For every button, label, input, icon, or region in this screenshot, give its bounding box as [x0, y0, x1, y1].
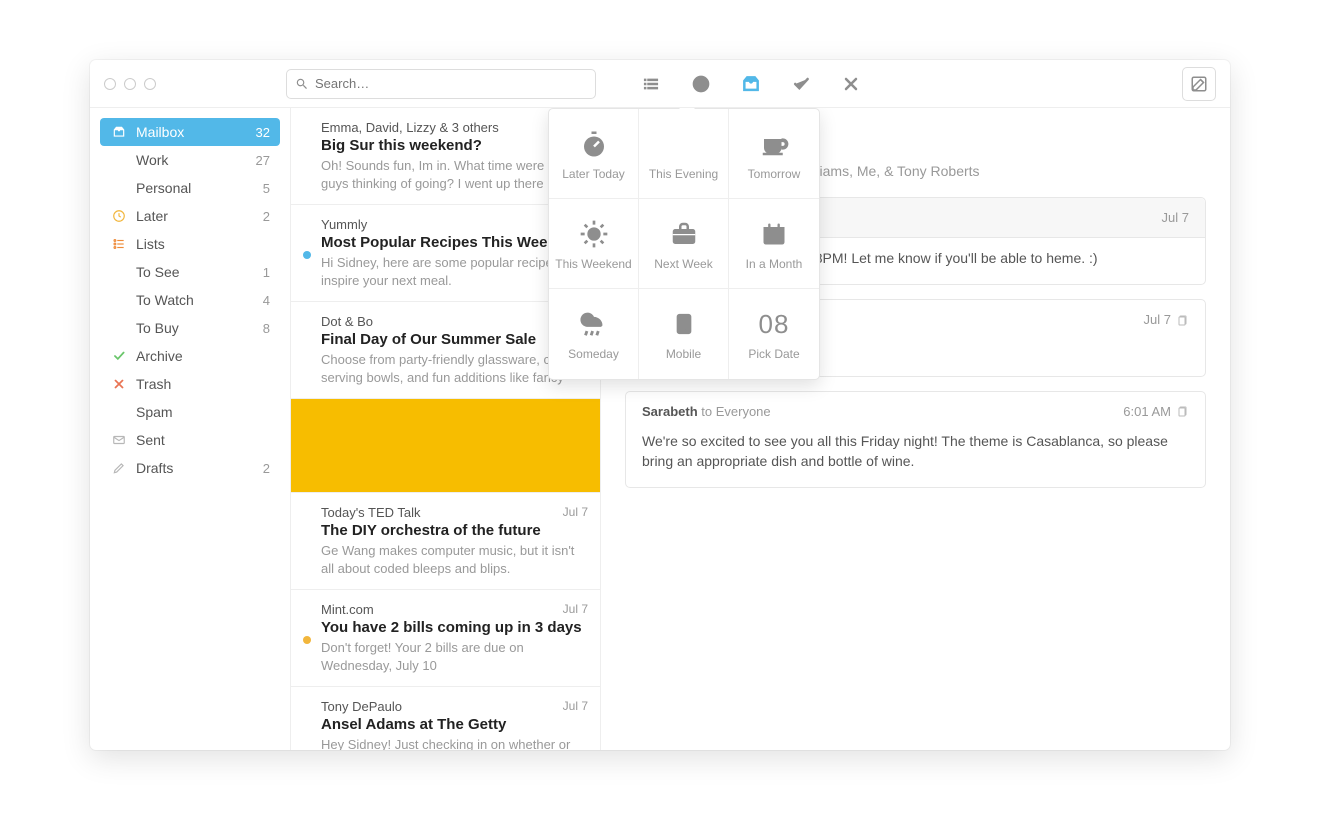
unread-dot: [303, 251, 311, 259]
pick-date-glyph: 08: [759, 309, 790, 340]
sidebar-item-towatch[interactable]: To Watch 4: [100, 286, 280, 314]
sidebar-item-spam[interactable]: Spam: [100, 398, 280, 426]
sidebar: Mailbox 32 Work 27 Personal 5 Later 2 Li…: [90, 108, 290, 750]
briefcase-icon: [669, 217, 699, 251]
sidebar-item-drafts[interactable]: Drafts 2: [100, 454, 280, 482]
attachment-icon: [1177, 405, 1189, 417]
sun-icon: [578, 217, 610, 251]
zoom-window-button[interactable]: [144, 78, 156, 90]
sidebar-item-mailbox[interactable]: Mailbox 32: [100, 118, 280, 146]
sidebar-item-work[interactable]: Work 27: [100, 146, 280, 174]
thread-card[interactable]: Sarabeth to Everyone 6:01 AM We're so ex…: [625, 391, 1206, 489]
mailbox-icon: [110, 125, 128, 139]
snooze-popover: Later Today This Evening Tomorrow This W…: [548, 108, 820, 380]
sidebar-item-archive[interactable]: Archive: [100, 342, 280, 370]
toolbar-inbox-icon[interactable]: [740, 73, 762, 95]
moon-icon: [670, 127, 698, 161]
message-item-swiped[interactable]: [291, 399, 600, 493]
search-field[interactable]: [286, 69, 596, 99]
sidebar-item-later[interactable]: Later 2: [100, 202, 280, 230]
search-icon: [295, 77, 309, 91]
window-controls: [104, 78, 156, 90]
phone-icon: [673, 307, 695, 341]
toolbar: [640, 73, 862, 95]
sidebar-item-tosee[interactable]: To See 1: [100, 258, 280, 286]
card-body: We're so excited to see you all this Fri…: [626, 421, 1205, 488]
close-window-button[interactable]: [104, 78, 116, 90]
snooze-tomorrow[interactable]: Tomorrow: [729, 109, 819, 199]
stopwatch-icon: [579, 127, 609, 161]
x-icon: [110, 377, 128, 391]
snooze-mobile[interactable]: Mobile: [639, 289, 729, 379]
card-header: Sarabeth to Everyone 6:01 AM: [626, 392, 1205, 421]
sidebar-label: Mailbox: [136, 124, 256, 140]
toolbar-archive-icon[interactable]: [790, 73, 812, 95]
snoozed-dot: [303, 636, 311, 644]
sidebar-item-personal[interactable]: Personal 5: [100, 174, 280, 202]
snooze-later-today[interactable]: Later Today: [549, 109, 639, 199]
calendar-icon: [760, 217, 788, 251]
coffee-icon: [759, 127, 789, 161]
sidebar-item-sent[interactable]: Sent: [100, 426, 280, 454]
snooze-this-weekend[interactable]: This Weekend: [549, 199, 639, 289]
app-window: Mailbox 32 Work 27 Personal 5 Later 2 Li…: [90, 60, 1230, 750]
clock-icon: [110, 209, 128, 223]
checkmark-icon: [110, 349, 128, 363]
minimize-window-button[interactable]: [124, 78, 136, 90]
search-input[interactable]: [315, 76, 587, 91]
toolbar-lists-icon[interactable]: [640, 73, 662, 95]
pencil-icon: [110, 461, 128, 475]
compose-button[interactable]: [1182, 67, 1216, 101]
snooze-next-week[interactable]: Next Week: [639, 199, 729, 289]
envelope-icon: [110, 433, 128, 447]
snooze-this-evening[interactable]: This Evening: [639, 109, 729, 199]
titlebar: [90, 60, 1230, 108]
message-item[interactable]: Jul 7 Today's TED Talk The DIY orchestra…: [291, 493, 600, 590]
card-date: 6:01 AM: [1123, 404, 1171, 419]
message-item[interactable]: Jul 7 Mint.com You have 2 bills coming u…: [291, 590, 600, 687]
cloud-rain-icon: [577, 307, 611, 341]
message-item[interactable]: Jul 7 Tony DePaulo Ansel Adams at The Ge…: [291, 687, 600, 750]
snooze-someday[interactable]: Someday: [549, 289, 639, 379]
snooze-pick-date[interactable]: 08 Pick Date: [729, 289, 819, 379]
toolbar-later-icon[interactable]: [690, 73, 712, 95]
sidebar-count: 32: [256, 125, 270, 140]
sidebar-item-lists[interactable]: Lists: [100, 230, 280, 258]
snooze-in-a-month[interactable]: In a Month: [729, 199, 819, 289]
card-date: Jul 7: [1144, 312, 1171, 327]
sidebar-item-tobuy[interactable]: To Buy 8: [100, 314, 280, 342]
card-date: Jul 7: [1162, 210, 1189, 225]
toolbar-delete-icon[interactable]: [840, 73, 862, 95]
list-icon: [110, 237, 128, 251]
sidebar-item-trash[interactable]: Trash: [100, 370, 280, 398]
attachment-icon: [1177, 314, 1189, 326]
